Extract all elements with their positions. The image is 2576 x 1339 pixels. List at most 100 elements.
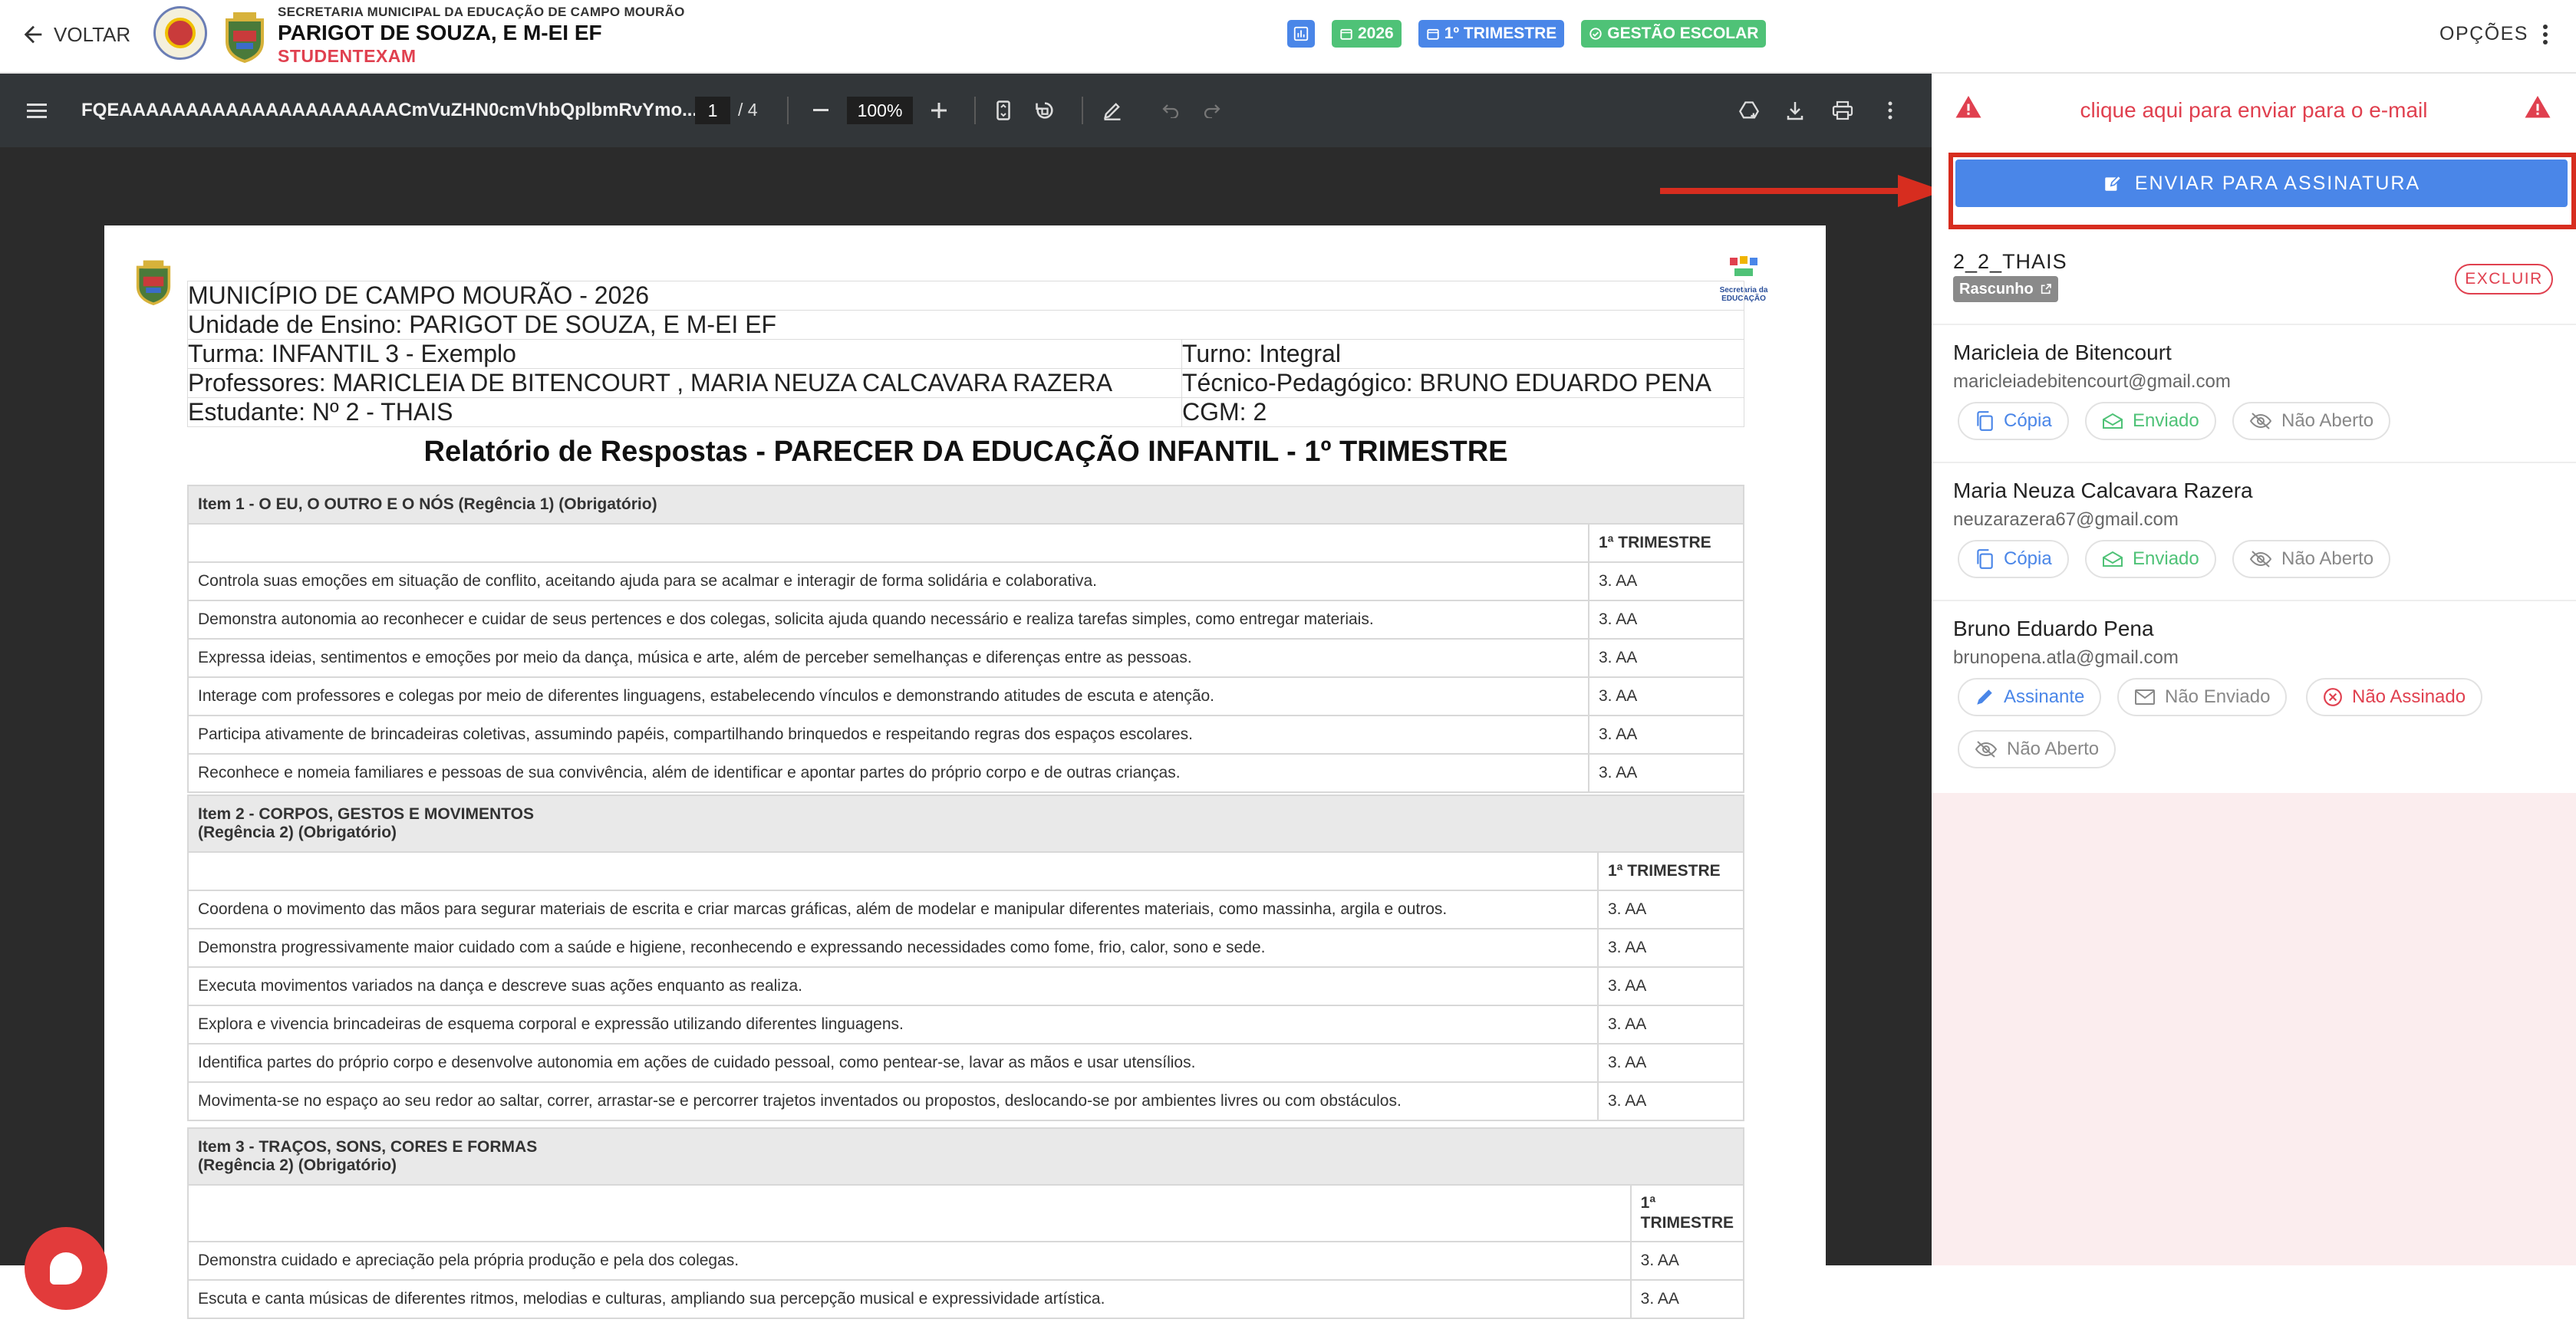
zoom-input[interactable]: 100%	[847, 97, 913, 124]
page-total: / 4	[738, 100, 758, 120]
cgm-line: CGM: 2	[1181, 397, 1744, 427]
row-text: Executa movimentos variados na dança e d…	[187, 966, 1599, 1006]
back-button[interactable]: VOLTAR	[20, 21, 130, 48]
not-sent-tag[interactable]: Não Enviado	[2117, 678, 2288, 716]
not-opened-tag-label: Não Aberto	[2007, 739, 2100, 759]
envelope-open-icon	[2103, 413, 2123, 429]
external-link-icon	[2041, 284, 2051, 294]
print-icon[interactable]	[1829, 97, 1856, 124]
chat-button[interactable]	[25, 1227, 107, 1310]
pencil-icon	[1977, 689, 1992, 705]
sent-tag[interactable]: Enviado	[2085, 402, 2216, 440]
trimester-chip[interactable]: 1º TRIMESTRE	[1418, 20, 1565, 48]
fit-page-icon[interactable]	[990, 97, 1017, 124]
row-value: 3. AA	[1597, 890, 1744, 929]
item-3-col-line1: 1ª	[1640, 1194, 1656, 1212]
gestao-chip-label: GESTÃO ESCOLAR	[1607, 25, 1759, 42]
signer-email: maricleiadebitencourt@gmail.com	[1953, 371, 2231, 392]
row-value: 3. AA	[1588, 676, 1744, 716]
divider	[974, 97, 976, 124]
delete-button[interactable]: EXCLUIR	[2455, 264, 2553, 294]
pdf-toolbar: FQEAAAAAAAAAAAAAAAAAAAAACmVuZHN0cmVhbQpl…	[0, 74, 1932, 147]
not-opened-tag-label: Não Aberto	[2281, 548, 2374, 569]
signer-role-tag[interactable]: Assinante	[1958, 678, 2102, 716]
divider	[1932, 600, 2576, 601]
year-chip[interactable]: 2026	[1332, 20, 1402, 48]
status-badge[interactable]: Rascunho	[1953, 276, 2058, 302]
download-icon[interactable]	[1781, 97, 1809, 124]
eye-off-icon	[2249, 551, 2272, 568]
row-text: Escuta e canta músicas de diferentes rit…	[187, 1279, 1632, 1319]
x-circle-icon	[2324, 688, 2342, 706]
turma-line: Turma: INFANTIL 3 - Exemplo	[187, 339, 1182, 369]
school-info: SECRETARIA MUNICIPAL DA EDUCAÇÃO DE CAMP…	[278, 5, 685, 67]
more-vertical-icon[interactable]	[1876, 97, 1904, 124]
item-3-title: Item 3 - TRAÇOS, SONS, CORES E FORMAS (Re…	[187, 1127, 1744, 1186]
eye-off-icon	[2249, 413, 2272, 429]
rotate-icon[interactable]	[1031, 97, 1059, 124]
zoom-in-icon[interactable]	[925, 97, 953, 124]
city-crest-logo	[136, 260, 171, 305]
table-row: Demonstra autonomia ao reconhecer e cuid…	[187, 600, 1744, 640]
stats-chip[interactable]	[1287, 20, 1315, 48]
trimester-chip-label: 1º TRIMESTRE	[1444, 25, 1557, 42]
options-menu-button[interactable]: OPÇÕES	[2439, 23, 2548, 45]
table-row: Demonstra cuidado e apreciação pela próp…	[187, 1241, 1745, 1281]
professores-line: Professores: MARICLEIA DE BITENCOURT , M…	[187, 368, 1182, 398]
item-2-title-line2: (Regência 2) (Obrigatório)	[198, 824, 397, 841]
item-3-table: Item 3 - TRAÇOS, SONS, CORES E FORMAS (Re…	[187, 1127, 1745, 1319]
row-text: Expressa ideias, sentimentos e emoções p…	[187, 638, 1589, 678]
item-2-col-header: 1ª TRIMESTRE	[1597, 851, 1744, 891]
not-signed-tag-label: Não Assinado	[2352, 686, 2466, 707]
table-row: Identifica partes do próprio corpo e des…	[187, 1043, 1744, 1083]
table-row: Expressa ideias, sentimentos e emoções p…	[187, 638, 1744, 678]
sent-tag[interactable]: Enviado	[2085, 540, 2216, 578]
send-for-signature-button[interactable]: ENVIAR PARA ASSINATURA	[1955, 160, 2568, 207]
row-text: Demonstra autonomia ao reconhecer e cuid…	[187, 600, 1589, 640]
estudante-line: Estudante: Nº 2 - THAIS	[187, 397, 1182, 427]
annotate-icon[interactable]	[1099, 97, 1126, 124]
divider	[1932, 324, 2576, 325]
row-text: Identifica partes do próprio corpo e des…	[187, 1043, 1599, 1083]
item-2-title: Item 2 - CORPOS, GESTOS E MOVIMENTOS (Reg…	[187, 795, 1744, 853]
table-row: Participa ativamente de brincadeiras col…	[187, 715, 1744, 755]
check-circle-icon	[1589, 28, 1602, 40]
row-text: Interage com professores e colegas por m…	[187, 676, 1589, 716]
item-1-col-header: 1ª TRIMESTRE	[1588, 523, 1744, 563]
education-logo-icon	[1730, 256, 1757, 276]
not-opened-tag[interactable]: Não Aberto	[2232, 540, 2391, 578]
gestao-chip[interactable]: GESTÃO ESCOLAR	[1581, 20, 1767, 48]
copy-tag[interactable]: Cópia	[1958, 402, 2069, 440]
row-value: 3. AA	[1597, 1043, 1744, 1083]
copy-tag-label: Cópia	[2004, 410, 2052, 431]
send-email-warning[interactable]: clique aqui para enviar para o e-mail	[1932, 92, 2576, 129]
not-opened-tag[interactable]: Não Aberto	[2232, 402, 2391, 440]
add-to-drive-icon[interactable]	[1735, 97, 1763, 124]
item-1-title: Item 1 - O EU, O OUTRO E O NÓS (Regência…	[187, 485, 1744, 525]
row-text: Movimenta-se no espaço ao seu redor ao s…	[187, 1081, 1599, 1121]
menu-icon[interactable]	[23, 97, 51, 124]
row-text: Reconhece e nomeia familiares e pessoas …	[187, 753, 1589, 793]
redo-icon[interactable]	[1198, 97, 1226, 124]
page-number-input[interactable]: 1	[695, 97, 730, 124]
item-3-title-line1: Item 3 - TRAÇOS, SONS, CORES E FORMAS	[198, 1138, 538, 1156]
copy-tag-label: Cópia	[2004, 548, 2052, 569]
not-sent-tag-label: Não Enviado	[2165, 686, 2271, 707]
app-name: STUDENTEXAM	[278, 46, 417, 66]
item-3-col-header: 1ª TRIMESTRE	[1629, 1184, 1745, 1242]
copy-tag[interactable]: Cópia	[1958, 540, 2069, 578]
unidade-line: Unidade de Ensino: PARIGOT DE SOUZA, E M…	[187, 310, 1744, 340]
report-header-table: MUNICÍPIO DE CAMPO MOURÃO - 2026 Unidade…	[187, 281, 1744, 427]
row-value: 3. AA	[1588, 638, 1744, 678]
eye-off-icon	[1975, 741, 1998, 758]
zoom-out-icon[interactable]	[807, 97, 835, 124]
not-signed-tag[interactable]: Não Assinado	[2306, 678, 2483, 716]
more-vertical-icon	[2543, 24, 2548, 44]
not-opened-tag[interactable]: Não Aberto	[1958, 730, 2116, 768]
undo-icon[interactable]	[1157, 97, 1184, 124]
pdf-page: Secretaria da EDUCAÇÃO MUNICÍPIO DE CAMP…	[104, 225, 1826, 1339]
table-row: Controla suas emoções em situação de con…	[187, 561, 1744, 601]
row-text: Controla suas emoções em situação de con…	[187, 561, 1589, 601]
copy-icon	[1977, 549, 1993, 569]
signer-name: Maricleia de Bitencourt	[1953, 341, 2172, 364]
